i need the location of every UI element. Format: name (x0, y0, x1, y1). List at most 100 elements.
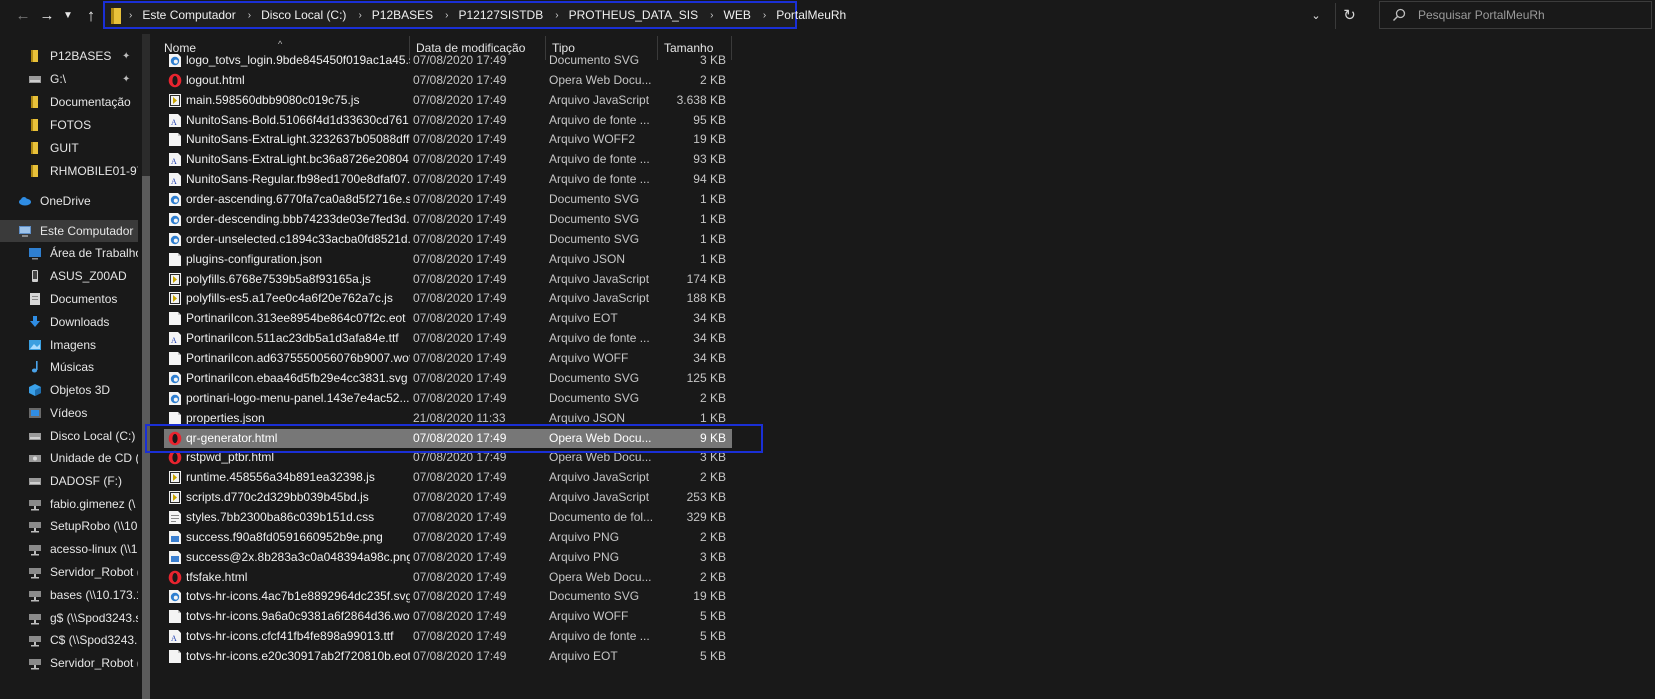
breadcrumb-item[interactable]: P12BASES (372, 8, 433, 22)
edge-svg-icon (168, 212, 182, 227)
sidebar-item[interactable]: C$ (\\Spod3243. (0, 629, 138, 651)
file-row[interactable]: PortinariIcon.ad6375550056076b9007.woff 0… (164, 349, 732, 368)
sidebar-item[interactable]: Servidor_Robot ( (0, 652, 138, 674)
file-row[interactable]: scripts.d770c2d329bb039b45bd.js 07/08/202… (164, 488, 732, 507)
file-row[interactable]: polyfills-es5.a17ee0c4a6f20e762a7c.js 07/… (164, 289, 732, 308)
sidebar-item[interactable]: OneDrive (0, 190, 138, 212)
refresh-icon[interactable]: ↻ (1335, 3, 1363, 29)
file-row[interactable]: runtime.458556a34b891ea32398.js 07/08/202… (164, 468, 732, 487)
file-row[interactable]: A NunitoSans-Regular.fb98ed1700e8dfaf07..… (164, 170, 732, 189)
address-bar[interactable]: › Este Computador › Disco Local (C:) › P12BAS… (103, 1, 846, 29)
sidebar-item[interactable]: Documentos (0, 288, 138, 310)
file-row[interactable]: totvs-hr-icons.4ac7b1e8892964dc235f.svg 0… (164, 587, 732, 606)
sidebar-item[interactable]: Unidade de CD ( (0, 447, 138, 469)
network-drive-icon (28, 542, 42, 556)
breadcrumb-item[interactable]: Este Computador (142, 8, 235, 22)
sidebar-item[interactable]: bases (\\10.173.1 (0, 584, 138, 606)
file-row[interactable]: portinari-logo-menu-panel.143e7e4ac52...… (164, 389, 732, 408)
file-row[interactable]: tfsfake.html 07/08/2020 17:49 Opera Web Do… (164, 568, 732, 587)
file-type: Documento SVG (549, 390, 640, 405)
file-row[interactable]: properties.json 21/08/2020 11:33 Arquivo J… (164, 409, 732, 428)
file-row[interactable]: totvs-hr-icons.e20c30917ab2f720810b.eot 0… (164, 647, 732, 666)
breadcrumb-separator-icon[interactable]: › (358, 10, 361, 21)
file-name: qr-generator.html (186, 430, 278, 445)
sidebar-item[interactable]: SetupRobo (\\10 (0, 515, 138, 537)
recent-locations-chevron-icon[interactable]: ▼ (60, 4, 76, 28)
breadcrumb-separator-icon[interactable]: › (763, 10, 766, 21)
sidebar-item[interactable]: Área de Trabalho (0, 242, 138, 264)
forward-arrow-icon[interactable]: → (36, 4, 58, 28)
file-name: success@2x.8b283a3c0a048394a98c.png (186, 549, 410, 564)
sidebar-item[interactable]: Servidor_Robot ( (0, 561, 138, 583)
file-name: styles.7bb2300ba86c039b151d.css (186, 510, 375, 524)
file-row[interactable]: styles.7bb2300ba86c039b151d.css 07/08/202… (164, 508, 732, 527)
breadcrumb-item[interactable]: PROTHEUS_DATA_SIS (569, 8, 699, 22)
breadcrumb-item[interactable]: P12127SISTDB (459, 8, 544, 22)
file-size: 2 KB (699, 72, 726, 87)
file-row[interactable]: plugins-configuration.json 07/08/2020 17:… (164, 250, 732, 269)
breadcrumb-item[interactable]: PortalMeuRh (776, 8, 846, 22)
breadcrumb-separator-icon[interactable]: › (248, 10, 251, 21)
sidebar-item[interactable]: g$ (\\Spod3243.s (0, 607, 138, 629)
file-row[interactable]: PortinariIcon.ebaa46d5fb29e4cc3831.svg 07… (164, 369, 732, 388)
file-row[interactable]: A NunitoSans-ExtraLight.bc36a8726e20804..… (164, 150, 732, 169)
file-row[interactable]: NunitoSans-ExtraLight.3232637b05088dff..… (164, 130, 732, 149)
sidebar-item[interactable]: DADOSF (F:) (0, 470, 138, 492)
sidebar-item[interactable]: Imagens (0, 334, 138, 356)
sidebar-item[interactable]: P12BASES ✦ (0, 45, 138, 67)
desktop-icon (28, 246, 42, 260)
sidebar-scrollbar-thumb[interactable] (142, 176, 150, 699)
sidebar-item[interactable]: GUIT (0, 137, 138, 159)
breadcrumb-item[interactable]: WEB (724, 8, 751, 22)
computer-icon (18, 224, 32, 238)
chevron-down-icon[interactable]: ⌄ (1307, 5, 1325, 27)
file-row[interactable]: main.598560dbb9080c019c75.js 07/08/2020 1… (164, 91, 732, 110)
sidebar-item[interactable]: Downloads (0, 311, 138, 333)
sidebar-item[interactable]: RHMOBILE01-97 (0, 160, 138, 182)
file-row[interactable]: rstpwd_ptbr.html 07/08/2020 17:49 Opera We… (164, 448, 732, 467)
file-type: Opera Web Docu... (549, 430, 652, 445)
sidebar-item-label: Vídeos (50, 406, 88, 420)
file-row[interactable]: logo_totvs_login.9bde845450f019ac1a45.s.… (164, 51, 732, 70)
breadcrumb-separator-icon[interactable]: › (129, 10, 132, 21)
file-size: 1 KB (699, 192, 726, 207)
file-row[interactable]: A PortinariIcon.511ac23db5a1d3afa84e.ttf 0… (164, 329, 732, 348)
sidebar-scrollbar[interactable] (142, 34, 150, 699)
file-row[interactable]: logout.html 07/08/2020 17:49 Opera Web Doc… (164, 71, 732, 90)
file-row[interactable]: Atotvs-hr-icons.cfcf41fb4fe898a99013.ttf… (164, 627, 732, 646)
search-box[interactable] (1379, 1, 1652, 29)
sidebar-item[interactable]: acesso-linux (\\1 (0, 538, 138, 560)
file-row[interactable]: success@2x.8b283a3c0a048394a98c.png 07/08… (164, 548, 732, 567)
file-row[interactable]: totvs-hr-icons.9a6a0c9381a6f2864d36.woff… (164, 607, 732, 626)
sidebar-item[interactable]: Vídeos (0, 402, 138, 424)
breadcrumb-separator-icon[interactable]: › (710, 10, 713, 21)
font-file-icon: A (168, 172, 182, 187)
file-row[interactable]: order-ascending.6770fa7ca0a8d5f2716e.s..… (164, 190, 732, 209)
sidebar-item[interactable]: fabio.gimenez (\ (0, 493, 138, 515)
sidebar-item[interactable]: Objetos 3D (0, 379, 138, 401)
file-type: Opera Web Docu... (549, 569, 652, 584)
file-row[interactable]: PortinariIcon.313ee8954be864c07f2c.eot 07… (164, 309, 732, 328)
sidebar-item-label: Este Computador (40, 224, 134, 238)
sidebar-item[interactable]: Este Computador (0, 220, 138, 242)
file-name: main.598560dbb9080c019c75.js (186, 92, 360, 107)
file-row[interactable]: qr-generator.html 07/08/2020 17:49 Opera W… (164, 428, 732, 448)
up-arrow-icon[interactable]: ↑ (80, 4, 102, 28)
breadcrumb-separator-icon[interactable]: › (555, 10, 558, 21)
sidebar-item[interactable]: Disco Local (C:) (0, 425, 138, 447)
sidebar-item[interactable]: G:\ ✦ (0, 68, 138, 90)
breadcrumb-separator-icon[interactable]: › (445, 10, 448, 21)
sidebar-item[interactable]: FOTOS (0, 114, 138, 136)
sidebar-item[interactable]: ASUS_Z00AD (0, 265, 138, 287)
file-row[interactable]: A NunitoSans-Bold.51066f4d1d33630cd761...… (164, 111, 732, 130)
file-row[interactable]: polyfills.6768e7539b5a8f93165a.js 07/08/2… (164, 270, 732, 289)
back-arrow-icon[interactable]: ← (12, 4, 34, 28)
sidebar-item[interactable]: Músicas (0, 356, 138, 378)
search-input[interactable] (1418, 6, 1638, 24)
file-row[interactable]: success.f90a8fd0591660952b9e.png 07/08/20… (164, 528, 732, 547)
sidebar-item[interactable]: Documentação (0, 91, 138, 113)
file-type: Arquivo JavaScript (549, 291, 650, 306)
file-row[interactable]: order-unselected.c1894c33acba0fd8521d...… (164, 230, 732, 249)
breadcrumb-item[interactable]: Disco Local (C:) (261, 8, 346, 22)
file-row[interactable]: order-descending.bbb74233de03e7fed3d... 0… (164, 210, 732, 229)
